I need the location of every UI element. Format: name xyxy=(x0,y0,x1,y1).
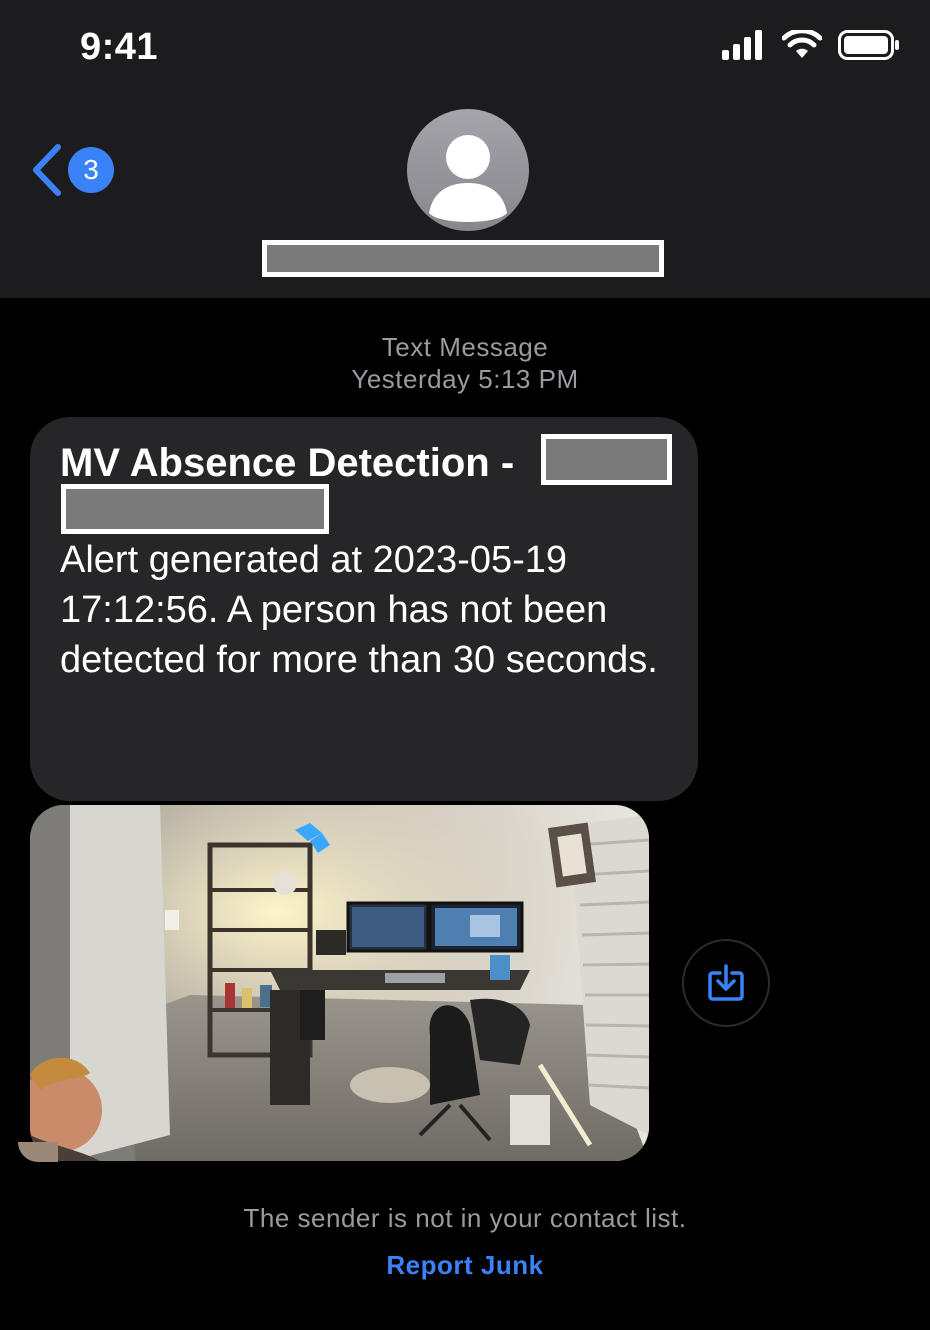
message-title: MV Absence Detection - xyxy=(60,441,515,485)
message-bubble[interactable]: MV Absence Detection - Alert generated a… xyxy=(30,417,698,801)
save-image-button[interactable] xyxy=(682,939,770,1027)
message-type-label: Text Message xyxy=(381,332,549,362)
battery-icon xyxy=(838,30,899,60)
unread-badge: 3 xyxy=(68,147,114,193)
status-icons xyxy=(722,30,900,60)
save-to-device-icon xyxy=(708,964,744,1001)
message-timestamp: Yesterday 5:13 PM xyxy=(351,364,579,394)
unknown-sender-notice: The sender is not in your contact list. xyxy=(243,1203,687,1233)
status-time: 9:41 xyxy=(80,26,159,68)
redacted-camera-name xyxy=(61,484,329,534)
conversation-header: 9:41 3 xyxy=(0,0,930,298)
message-tail xyxy=(18,1142,58,1162)
chevron-left-icon xyxy=(33,144,61,196)
report-junk-link[interactable]: Report Junk xyxy=(0,1250,930,1281)
back-button[interactable]: 3 xyxy=(30,143,114,197)
redacted-contact-name[interactable] xyxy=(262,240,664,277)
camera-snapshot-image[interactable] xyxy=(30,805,649,1161)
message-body: Alert generated at 2023-05-19 17:12:56. … xyxy=(60,539,658,681)
redacted-location xyxy=(541,434,672,485)
office-scene-image xyxy=(30,805,649,1161)
wifi-icon xyxy=(782,30,822,58)
signal-icon xyxy=(722,30,762,60)
contact-avatar[interactable] xyxy=(407,109,529,231)
person-icon xyxy=(429,135,507,222)
